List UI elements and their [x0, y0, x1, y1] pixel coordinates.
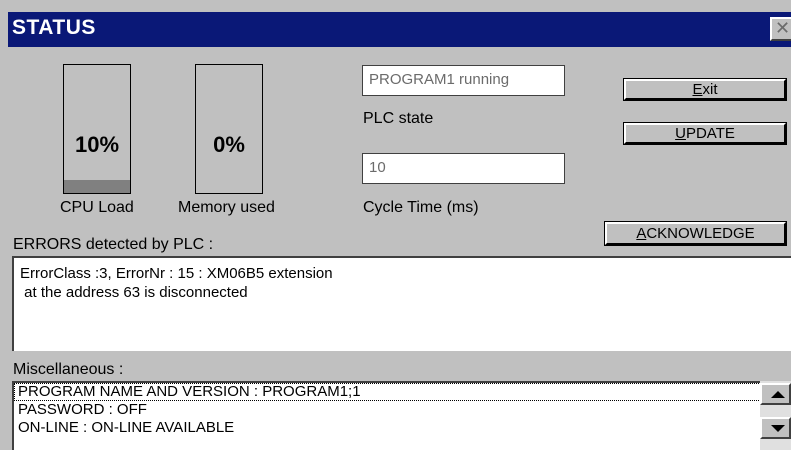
list-item[interactable]: PASSWORD : OFF	[14, 401, 791, 419]
misc-listbox[interactable]: PROGRAM NAME AND VERSION : PROGRAM1;1 PA…	[12, 381, 791, 450]
scroll-up-button[interactable]	[760, 383, 791, 405]
memory-used-label: Memory used	[178, 199, 275, 216]
update-button[interactable]: UPDATE	[623, 122, 787, 145]
cpu-load-meter-fill	[64, 180, 130, 193]
close-icon: ✕	[774, 18, 791, 38]
plc-state-label: PLC state	[363, 110, 434, 127]
scroll-down-arrow-icon	[771, 425, 785, 432]
cycle-time-field: 10	[362, 153, 565, 184]
misc-label: Miscellaneous :	[13, 361, 124, 378]
cpu-load-value: 10%	[74, 132, 120, 157]
title-bar: STATUS ✕	[8, 12, 791, 47]
status-window: STATUS ✕ 10% CPU Load 0% Memory used PRO…	[0, 0, 791, 450]
cpu-load-label: CPU Load	[60, 199, 134, 216]
error-line: ErrorClass :3, ErrorNr : 15 : XM06B5 ext…	[20, 265, 333, 282]
exit-button[interactable]: Exit	[623, 78, 787, 101]
close-button[interactable]: ✕	[770, 17, 791, 41]
errors-label: ERRORS detected by PLC :	[13, 236, 214, 253]
list-item[interactable]: PROGRAM NAME AND VERSION : PROGRAM1;1	[14, 383, 791, 401]
list-item[interactable]: ON-LINE : ON-LINE AVAILABLE	[14, 419, 791, 437]
acknowledge-button[interactable]: ACKNOWLEDGE	[604, 221, 787, 246]
error-line: at the address 63 is disconnected	[20, 284, 248, 301]
window-title: STATUS	[12, 16, 96, 39]
errors-textbox[interactable]: ErrorClass :3, ErrorNr : 15 : XM06B5 ext…	[12, 256, 791, 351]
misc-scrollbar[interactable]	[760, 381, 791, 450]
memory-used-meter: 0%	[195, 64, 263, 194]
cycle-time-label: Cycle Time (ms)	[363, 199, 479, 216]
scroll-down-button[interactable]	[760, 417, 791, 439]
plc-state-field: PROGRAM1 running	[362, 65, 565, 96]
cpu-load-meter: 10%	[63, 64, 131, 194]
scroll-up-arrow-icon	[771, 391, 785, 398]
memory-used-value: 0%	[213, 132, 245, 157]
